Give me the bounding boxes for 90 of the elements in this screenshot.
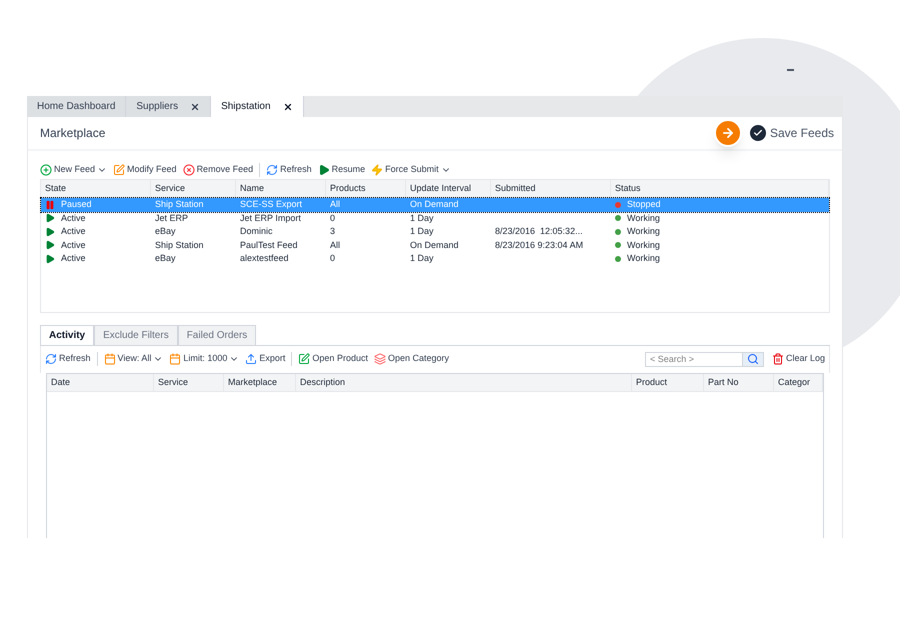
minimize-icon bbox=[787, 69, 794, 71]
toolbar-button[interactable]: Resume bbox=[318, 163, 366, 176]
search-icon bbox=[746, 353, 759, 365]
table-cell: alextestfeed bbox=[240, 253, 289, 263]
save-feeds-button[interactable]: Save Feeds bbox=[750, 124, 834, 142]
table-cell: On Demand bbox=[410, 240, 459, 250]
tab[interactable]: Exclude Filters bbox=[94, 324, 178, 344]
toolbar-button[interactable]: Refresh bbox=[259, 163, 312, 176]
table-cell-text: Active bbox=[61, 212, 86, 224]
table-cell: eBay bbox=[155, 253, 176, 263]
table-cell: PaulTest Feed bbox=[240, 240, 298, 250]
toolbar-button[interactable]: Export bbox=[245, 352, 286, 366]
refresh-icon bbox=[266, 164, 278, 176]
table-cell: 8/23/2016 9:23:04 AM bbox=[495, 240, 584, 250]
table-row[interactable]: Active Jet ERP Jet ERP Import 0 1 Day Working bbox=[41, 212, 829, 225]
table-cell: Jet ERP bbox=[155, 212, 188, 222]
column-header[interactable]: Service bbox=[154, 374, 224, 391]
play-icon bbox=[45, 226, 55, 237]
table-cell: 0 bbox=[330, 253, 336, 263]
table-cell-text: Working bbox=[627, 252, 660, 265]
play-icon bbox=[318, 164, 330, 176]
table-cell: On Demand bbox=[410, 199, 459, 209]
check-icon bbox=[750, 125, 766, 141]
table-cell: Dominic bbox=[240, 226, 273, 236]
table-cell: All bbox=[330, 199, 340, 209]
toolbar-button[interactable]: Open Product bbox=[291, 352, 368, 366]
table-cell: 0 bbox=[330, 212, 336, 222]
toolbar-button[interactable]: View: All bbox=[96, 352, 164, 366]
export-icon bbox=[245, 353, 258, 365]
table-cell: Ship Station bbox=[155, 199, 204, 209]
table-cell-text: Stopped bbox=[627, 198, 661, 211]
table-cell: 1 Day bbox=[410, 226, 434, 236]
calendar-icon bbox=[104, 353, 116, 365]
table-cell: All bbox=[330, 240, 340, 250]
column-header[interactable]: Categor bbox=[774, 374, 823, 391]
tab[interactable]: Suppliers bbox=[126, 96, 212, 117]
play-icon bbox=[45, 254, 55, 264]
table-row[interactable]: Active eBay Dominic 3 1 Day 8/23/2016 12:05:32... Working bbox=[41, 225, 829, 238]
pencil-icon bbox=[113, 164, 126, 176]
table-cell: 8/23/2016 12:05:32... bbox=[495, 226, 583, 236]
toolbar-button[interactable]: Remove Feed bbox=[182, 163, 254, 176]
page-title: Marketplace bbox=[40, 125, 106, 142]
table-cell: Working bbox=[627, 238, 660, 252]
play-icon bbox=[45, 213, 55, 224]
x-circle-icon bbox=[182, 164, 195, 176]
table-cell-text: Active bbox=[61, 252, 86, 265]
table-cell-text: Working bbox=[627, 225, 660, 238]
column-header[interactable]: Description bbox=[296, 374, 632, 391]
table-cell: eBay bbox=[155, 226, 176, 236]
table-cell: Jet ERP Import bbox=[240, 212, 301, 222]
plus-circle-icon bbox=[40, 164, 52, 176]
toolbar-button[interactable]: Refresh bbox=[45, 352, 91, 366]
lightning-icon bbox=[371, 164, 384, 176]
table-cell: 1 Day bbox=[410, 212, 434, 222]
column-header[interactable]: Date bbox=[47, 374, 154, 391]
tab[interactable]: Shipstation bbox=[211, 96, 304, 117]
table-cell-text: Active bbox=[61, 238, 86, 252]
table-row[interactable]: Active eBay alextestfeed 0 1 Day Working bbox=[41, 252, 829, 266]
pencil-icon bbox=[298, 353, 310, 365]
refresh-icon bbox=[45, 353, 57, 365]
column-header[interactable]: Part No bbox=[704, 374, 774, 391]
toolbar-button[interactable]: New Feed bbox=[40, 163, 108, 176]
tab[interactable]: Failed Orders bbox=[178, 324, 256, 344]
table-cell: 1 Day bbox=[410, 253, 434, 263]
search-button[interactable] bbox=[742, 352, 764, 366]
tab[interactable]: Home Dashboard bbox=[27, 96, 126, 117]
toolbar-button[interactable]: Open Category bbox=[374, 352, 450, 366]
trash-icon bbox=[772, 353, 784, 365]
play-icon bbox=[45, 240, 55, 250]
toolbar-button[interactable]: Limit: 1000 bbox=[169, 352, 240, 366]
table-cell: SCE-SS Export bbox=[240, 199, 302, 209]
table-row[interactable]: Active Ship Station PaulTest Feed All On Demand 8/23/2016 9:23:04 AM Working bbox=[41, 238, 829, 252]
table-cell: Working bbox=[627, 212, 660, 225]
arrow-button[interactable] bbox=[714, 119, 742, 147]
table-cell-text: Paused bbox=[61, 198, 92, 211]
close-icon[interactable] bbox=[282, 102, 293, 112]
table-cell-text: Active bbox=[61, 225, 86, 238]
toolbar-button[interactable]: Modify Feed bbox=[113, 163, 177, 176]
layers-icon bbox=[374, 353, 386, 365]
column-header[interactable]: Product bbox=[632, 374, 704, 391]
close-icon[interactable] bbox=[190, 102, 200, 112]
column-header[interactable]: Marketplace bbox=[224, 374, 296, 391]
search-field[interactable]: < Search > bbox=[644, 352, 743, 366]
clear-log-button[interactable]: Clear Log bbox=[772, 352, 825, 366]
calendar-icon bbox=[169, 353, 182, 365]
table-cell: 3 bbox=[330, 226, 336, 236]
tab[interactable]: Activity bbox=[40, 324, 94, 344]
pause-icon bbox=[45, 200, 55, 210]
toolbar-button[interactable]: Force Submit bbox=[371, 163, 451, 176]
table-cell: Ship Station bbox=[155, 240, 204, 250]
